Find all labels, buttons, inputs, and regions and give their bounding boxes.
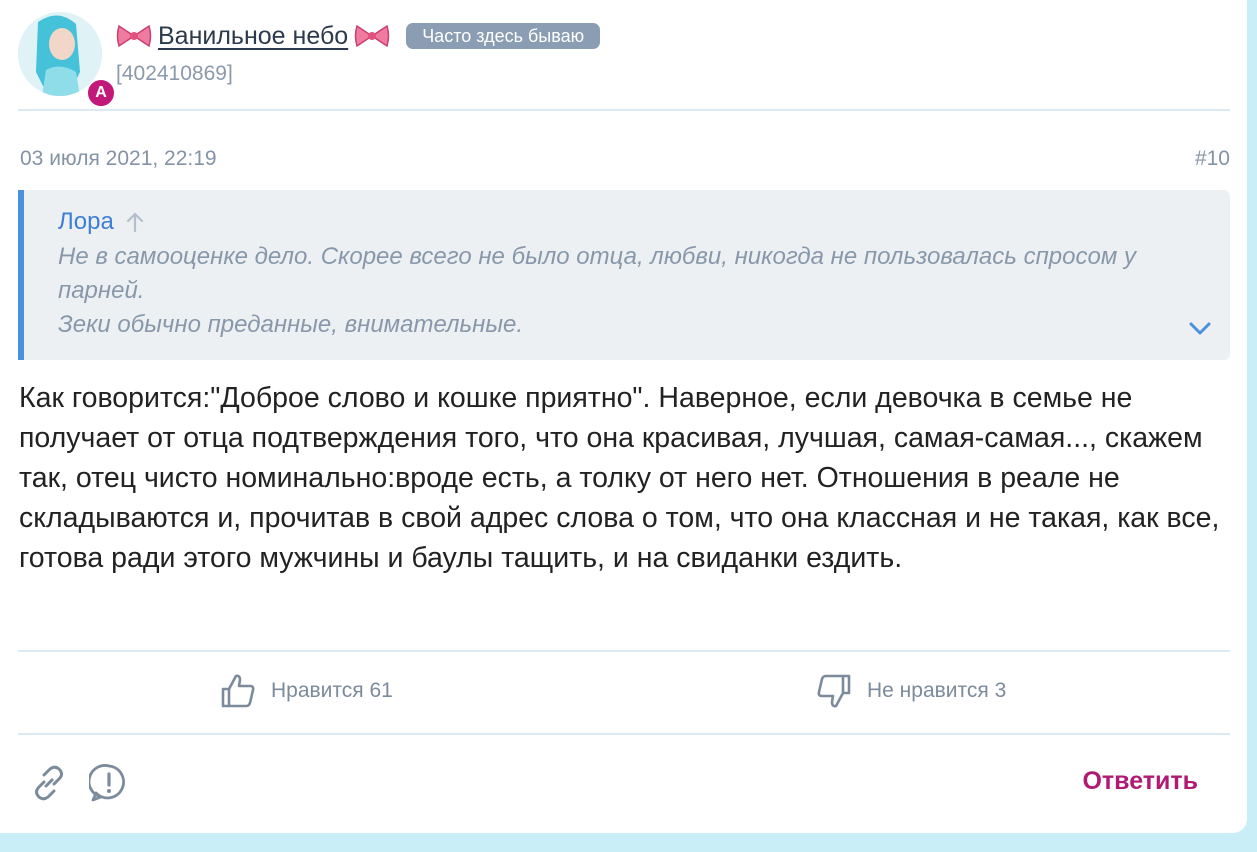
post-number[interactable]: #10 <box>1195 147 1230 171</box>
dislike-button[interactable]: Не нравится 3 <box>815 672 1006 710</box>
bow-icon <box>354 24 390 48</box>
username-link[interactable]: Ванильное небо <box>158 22 348 51</box>
username-row: Ванильное небо Часто здесь бываю <box>116 18 601 54</box>
thumbs-down-icon <box>817 674 851 708</box>
thumbs-up-icon <box>221 674 255 708</box>
link-icon[interactable] <box>29 763 69 803</box>
divider <box>18 650 1230 652</box>
user-id: [402410869] <box>116 62 233 85</box>
post-date: 03 июля 2021, 22:19 <box>20 147 217 170</box>
quote-line: Зеки обычно преданные, внимательные. <box>58 311 524 338</box>
chevron-down-icon[interactable] <box>1186 314 1214 342</box>
quote-line: Не в самооценке дело. Скорее всего не бы… <box>58 243 1136 304</box>
dislike-label: Не нравится 3 <box>867 679 1007 702</box>
report-icon[interactable] <box>89 763 129 803</box>
divider <box>18 109 1230 111</box>
arrow-up-icon[interactable] <box>126 211 144 233</box>
avatar-badge: А <box>86 78 116 108</box>
quote-block: Лора Не в самооценке дело. Скорее всего … <box>18 190 1230 360</box>
post-body: Как говорится:"Доброе слово и кошке прия… <box>19 382 1220 574</box>
post-card: А Ванильное небо Часто здесь бываю [4024… <box>0 0 1247 833</box>
user-avatar[interactable]: А <box>18 12 116 108</box>
like-label: Нравится 61 <box>271 679 393 702</box>
status-badge: Часто здесь бываю <box>406 23 601 49</box>
quote-author[interactable]: Лора <box>58 208 144 236</box>
quote-text: Не в самооценке дело. Скорее всего не бы… <box>58 240 1178 342</box>
like-button[interactable]: Нравится 61 <box>219 672 393 710</box>
divider <box>18 733 1230 735</box>
bow-icon <box>116 24 152 48</box>
quote-author-name[interactable]: Лора <box>58 208 114 236</box>
reply-button[interactable]: Ответить <box>1082 767 1198 796</box>
